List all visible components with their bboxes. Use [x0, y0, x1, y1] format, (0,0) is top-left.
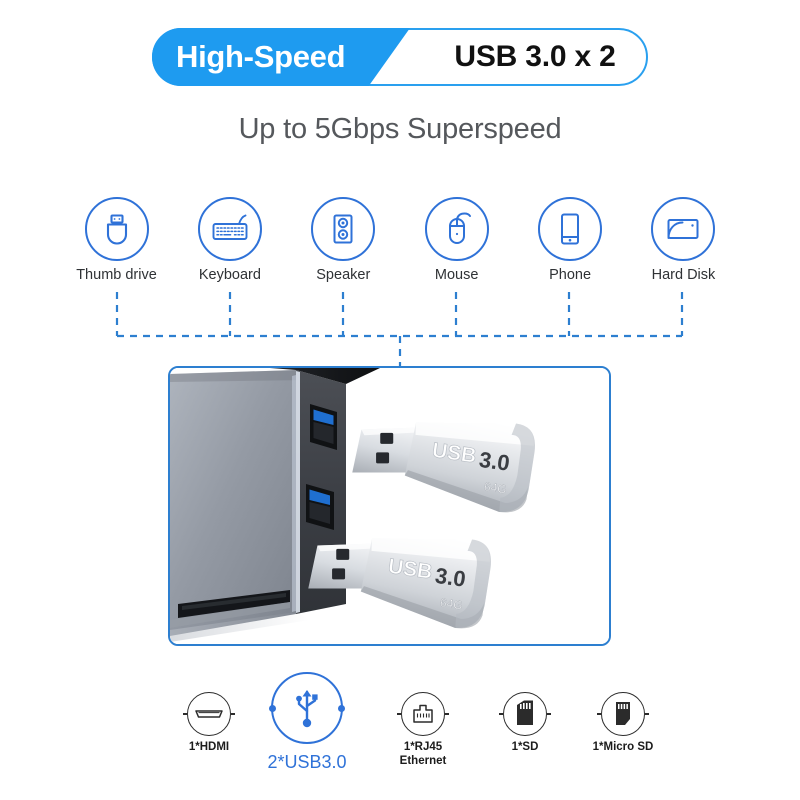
device-item-mouse: Mouse: [400, 197, 513, 289]
port-item-sd: 1*SD: [470, 692, 580, 755]
port-item-hdmi: 1*HDMI: [154, 692, 264, 755]
port-label: 1*HDMI: [188, 741, 230, 753]
dashed-connector-bracket: [60, 288, 740, 368]
port-spec-row: 1*HDMI 2*USB3.0 1*RJ45 Ethernet 1*SD 1*M…: [140, 672, 680, 782]
device-label: Mouse: [434, 267, 479, 283]
mouse-icon: [424, 197, 489, 261]
device-label: Hard Disk: [651, 267, 716, 283]
hub-usb-port-lower: [306, 484, 334, 530]
hdmi-port-icon: [183, 692, 235, 736]
badge-secondary-label: USB 3.0 x 2: [454, 40, 616, 73]
port-label: 2*USB3.0: [267, 752, 347, 772]
product-illustration: USB 3.0 64G USB 3.0 64G: [170, 368, 609, 644]
rj45-ethernet-icon: [397, 692, 449, 736]
sd-card-icon: [499, 692, 551, 736]
header-badge: High-Speed USB 3.0 x 2: [152, 28, 648, 86]
device-item-phone: Phone: [514, 197, 627, 289]
device-label: Keyboard: [198, 267, 261, 283]
hub-usb-port-upper: [310, 404, 337, 450]
speaker-icon: [311, 197, 376, 261]
dot-left: [269, 704, 276, 712]
port-label: 1*SD: [511, 741, 539, 753]
usb-trident-icon: [269, 672, 345, 744]
port-item-micro-sd: 1*Micro SD: [568, 692, 678, 755]
port-item-rj45: 1*RJ45 Ethernet: [368, 692, 478, 768]
badge-primary-label: High-Speed: [176, 39, 346, 74]
port-label: 1*RJ45 Ethernet: [399, 741, 447, 767]
subtitle-text: Up to 5Gbps Superspeed: [238, 113, 562, 145]
hard-disk-icon: [651, 197, 716, 261]
drive-version-text: 3.0: [434, 563, 468, 592]
tick-left: [397, 713, 401, 715]
device-item-hard-disk: Hard Disk: [627, 197, 740, 289]
keyboard-icon: [197, 197, 262, 261]
drive-version-text: 3.0: [478, 447, 512, 476]
device-item-thumb-drive: Thumb drive: [60, 197, 173, 289]
device-label: Phone: [549, 267, 592, 283]
tick-right: [645, 713, 649, 715]
product-photo: USB 3.0 64G USB 3.0 64G: [168, 366, 611, 646]
port-item-usb3: 2*USB3.0: [252, 672, 362, 773]
device-item-speaker: Speaker: [287, 197, 400, 289]
device-label: Thumb drive: [76, 267, 157, 283]
tick-right: [547, 713, 551, 715]
port-label: 1*Micro SD: [592, 741, 654, 753]
device-label: Speaker: [316, 267, 371, 283]
tick-left: [499, 713, 503, 715]
phone-icon: [538, 197, 603, 261]
usb-thumb-drive-icon: [84, 197, 149, 261]
tick-left: [183, 713, 187, 715]
micro-sd-card-icon: [597, 692, 649, 736]
tick-left: [597, 713, 601, 715]
tick-right: [445, 713, 449, 715]
compatible-devices-row: Thumb drive Keyboard Speaker Mouse Phone…: [60, 197, 740, 289]
tick-right: [231, 713, 235, 715]
device-item-keyboard: Keyboard: [173, 197, 286, 289]
dot-right: [338, 704, 345, 712]
